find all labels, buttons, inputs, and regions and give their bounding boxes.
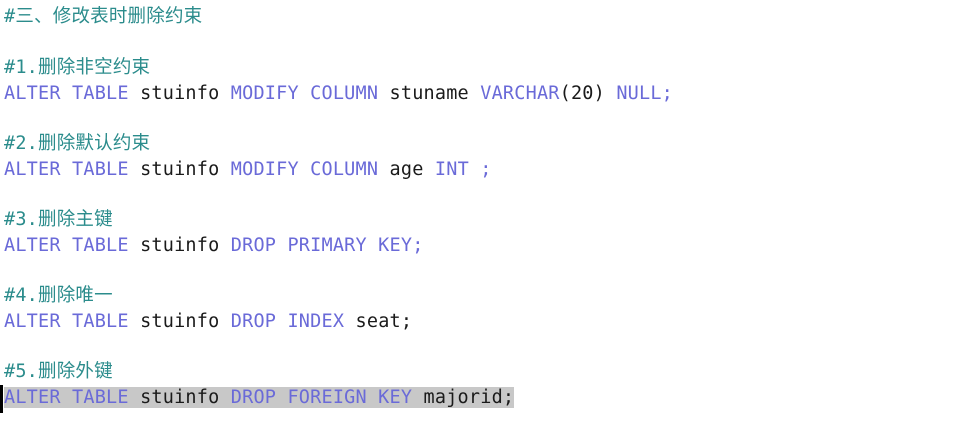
sql-line-1[interactable]: ALTER TABLE stuinfo MODIFY COLUMN stunam…: [4, 81, 673, 107]
identifier: majorid;: [423, 387, 515, 408]
sql-line-3[interactable]: ALTER TABLE stuinfo DROP PRIMARY KEY;: [4, 233, 424, 259]
sql-editor[interactable]: #三、修改表时删除约束 #1.删除非空约束 ALTER TABLE stuinf…: [0, 0, 959, 429]
identifier: stuinfo: [140, 83, 220, 104]
identifier: stuinfo: [140, 387, 220, 408]
sql-line-2[interactable]: ALTER TABLE stuinfo MODIFY COLUMN age IN…: [4, 157, 492, 183]
identifier: stuinfo: [140, 235, 220, 256]
keyword: MODIFY COLUMN: [230, 159, 379, 180]
keyword: DROP FOREIGN KEY: [230, 387, 413, 408]
keyword: DROP INDEX: [230, 311, 345, 332]
sql-line-5-selected[interactable]: ALTER TABLE stuinfo DROP FOREIGN KEY maj…: [4, 385, 515, 411]
keyword: NULL;: [616, 83, 674, 104]
number: (20): [559, 83, 605, 104]
identifier: stuinfo: [140, 311, 220, 332]
keyword: DROP PRIMARY KEY;: [230, 235, 424, 256]
identifier: age: [389, 159, 424, 180]
sql-line-4[interactable]: ALTER TABLE stuinfo DROP INDEX seat;: [4, 309, 412, 335]
keyword: ALTER TABLE: [4, 311, 129, 332]
keyword: INT ;: [434, 159, 492, 180]
keyword: ALTER TABLE: [4, 159, 129, 180]
comment-line-4[interactable]: #4.删除唯一: [4, 283, 113, 309]
heading-comment[interactable]: #三、修改表时删除约束: [4, 4, 202, 30]
identifier: stuname: [389, 83, 469, 104]
text-caret: [0, 385, 3, 413]
identifier: seat;: [355, 311, 413, 332]
keyword: ALTER TABLE: [4, 83, 129, 104]
keyword: MODIFY COLUMN: [230, 83, 379, 104]
comment-line-2[interactable]: #2.删除默认约束: [4, 131, 150, 157]
identifier: stuinfo: [140, 159, 220, 180]
selected-text[interactable]: ALTER TABLE stuinfo DROP FOREIGN KEY maj…: [4, 387, 515, 408]
comment-line-1[interactable]: #1.删除非空约束: [4, 55, 150, 81]
keyword: ALTER TABLE: [4, 387, 129, 408]
keyword: VARCHAR: [480, 83, 560, 104]
comment-line-5[interactable]: #5.删除外键: [4, 359, 113, 385]
comment-line-3[interactable]: #3.删除主键: [4, 207, 113, 233]
keyword: ALTER TABLE: [4, 235, 129, 256]
